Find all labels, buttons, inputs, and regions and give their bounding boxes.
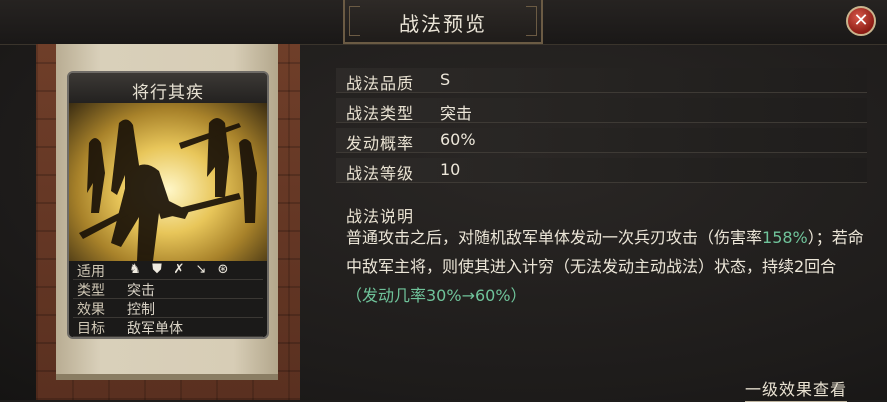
card-row-target: 目标 敌军单体 <box>73 318 263 337</box>
page-title: 战法预览 <box>399 12 487 36</box>
trigger-chance-highlight: （发动几率30%→60%） <box>346 286 527 305</box>
card-row-value: 敌军单体 <box>127 321 183 337</box>
description-text: 普通攻击之后，对随机敌军单体发动一次兵刃攻击（伤害率 <box>346 228 763 247</box>
attr-row-level: 战法等级 10 <box>336 158 867 183</box>
card-skill-name: 将行其疾 <box>132 83 204 103</box>
attr-value: S <box>440 70 451 89</box>
attr-value: 10 <box>440 160 461 179</box>
shield-icon: ⛊ <box>152 262 162 277</box>
attr-row-type: 战法类型 突击 <box>336 98 867 123</box>
description-body: 普通攻击之后，对随机敌军单体发动一次兵刃攻击（伤害率158%）；若命中敌军主将，… <box>346 223 866 310</box>
close-icon: ✕ <box>853 10 869 31</box>
battle-silhouette-illustration <box>79 118 257 261</box>
close-button[interactable]: ✕ <box>846 6 876 36</box>
attr-row-probability: 发动概率 60% <box>336 128 867 153</box>
cavalry-icon: ♞ <box>129 262 141 277</box>
card-row-value: 控制 <box>127 302 155 318</box>
attr-key: 战法类型 <box>346 104 415 123</box>
card-row-key: 类型 <box>77 283 105 299</box>
bow-icon: ✗ <box>173 262 185 277</box>
card-row-effect: 效果 控制 <box>73 299 263 318</box>
card-name-bar: 将行其疾 <box>69 73 267 104</box>
attr-row-quality: 战法品质 S <box>336 68 867 93</box>
level-effect-link[interactable]: 一级效果查看 <box>745 376 848 402</box>
card-row-value: 突击 <box>127 283 155 299</box>
attr-key: 战法品质 <box>346 74 415 93</box>
chariot-icon: ⊛ <box>217 262 229 277</box>
title-plate: 战法预览 <box>343 0 543 44</box>
skill-card: 将行其疾 适用 ♞ ⛊ ✗ ↘ ⊛ 类型 突击 效果 控制 目标 敌军单体 <box>67 71 269 339</box>
attr-value: 突击 <box>440 104 473 123</box>
card-row-key: 目标 <box>77 321 105 337</box>
card-row-applicable: 适用 ♞ ⛊ ✗ ↘ ⊛ <box>73 261 263 280</box>
spear-icon: ↘ <box>195 262 207 277</box>
card-artwork <box>69 103 267 261</box>
damage-rate-highlight: 158% <box>762 228 808 247</box>
attr-key: 发动概率 <box>346 134 415 153</box>
card-row-key: 适用 <box>77 264 105 280</box>
card-row-type: 类型 突击 <box>73 280 263 299</box>
troop-icons: ♞ ⛊ ✗ ↘ ⊛ <box>127 262 231 278</box>
attr-key: 战法等级 <box>346 164 415 183</box>
attr-value: 60% <box>440 130 476 149</box>
card-row-key: 效果 <box>77 302 105 318</box>
